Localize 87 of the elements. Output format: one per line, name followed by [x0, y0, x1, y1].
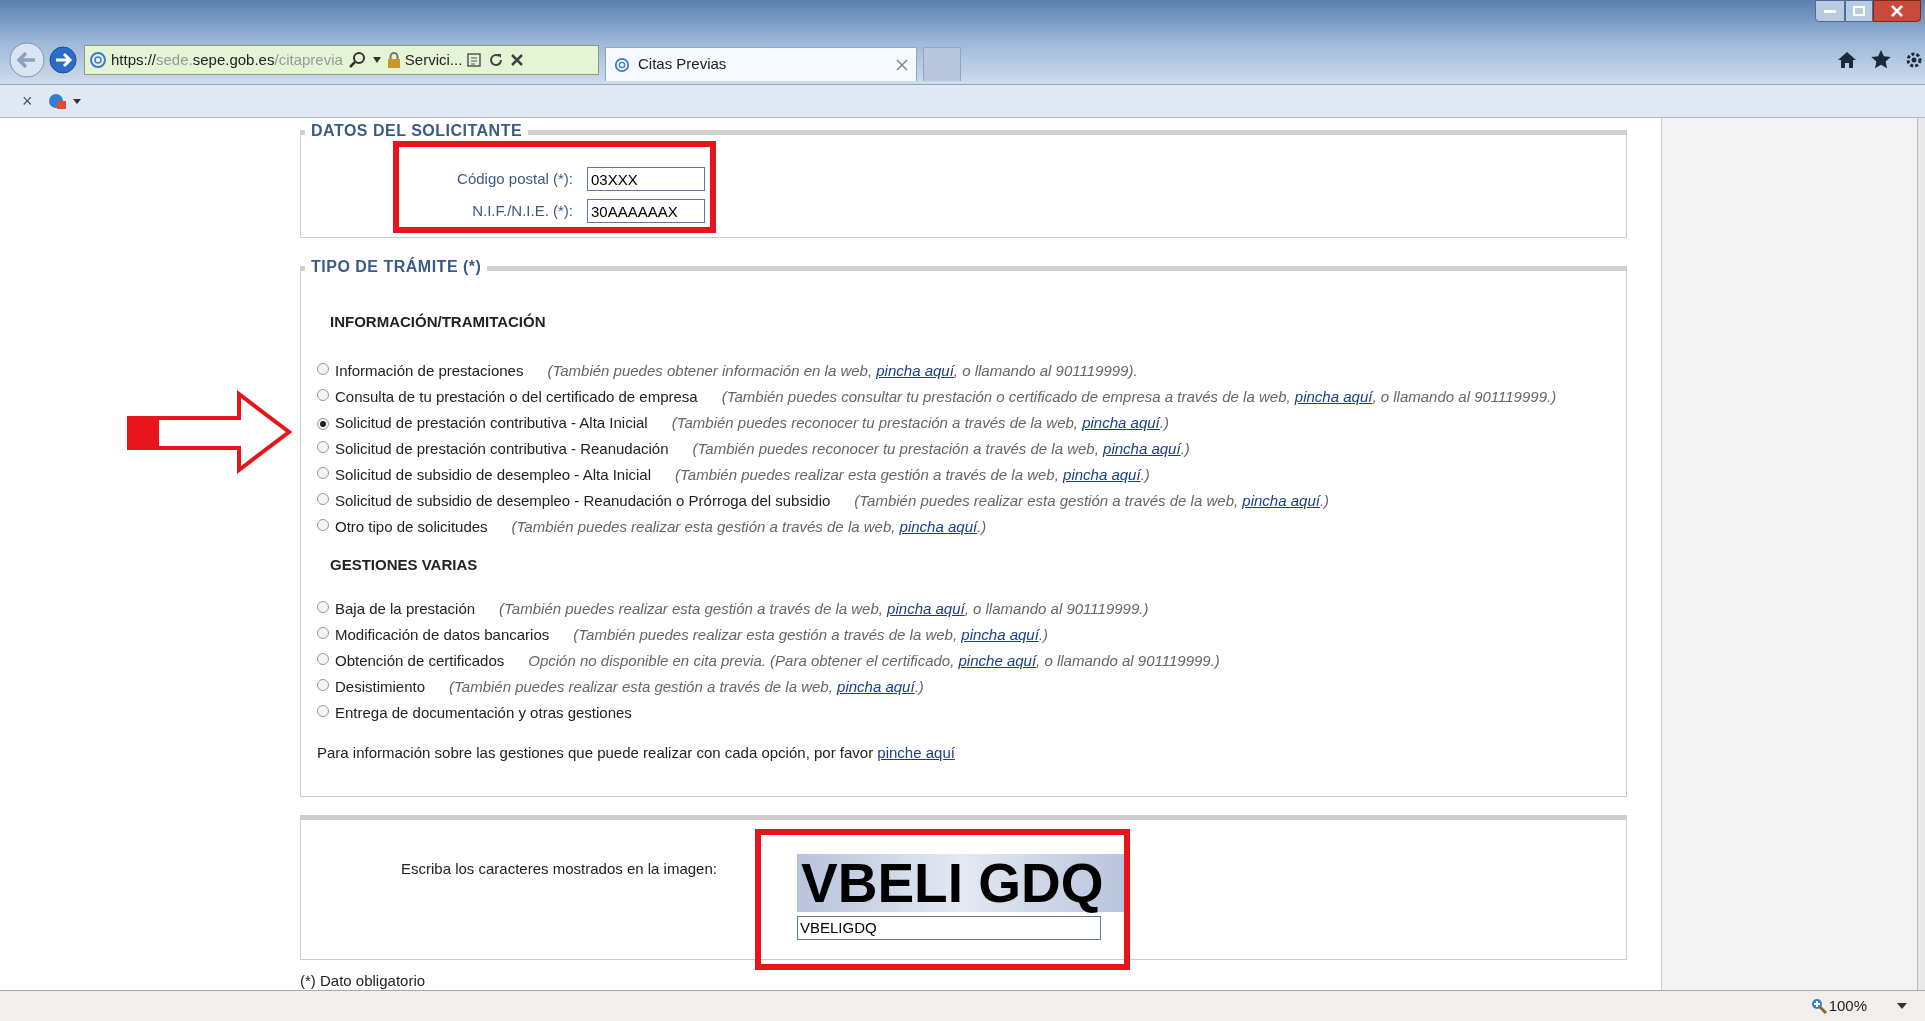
option-label: Solicitud de subsidio de desempleo - Reanudación o Prórroga del subsidio	[335, 491, 831, 509]
option-note: (También puedes reconocer tu prestación a través de la web, pincha aquí.)	[692, 439, 1190, 457]
star-icon[interactable]	[1871, 50, 1891, 69]
radio-button[interactable]	[317, 679, 329, 692]
info-text: Para información sobre las gestiones que puede realizar con cada opción, por favor pinche aquí	[317, 743, 956, 764]
page-icon	[89, 51, 107, 69]
radio-button[interactable]	[317, 518, 329, 531]
caret-icon[interactable]	[1897, 1003, 1907, 1009]
captcha-image: VBELI GDQ	[797, 853, 1127, 912]
link[interactable]: pincha aquí	[887, 600, 965, 618]
settings-icon[interactable]	[1905, 50, 1923, 69]
link[interactable]: pincha aquí	[876, 361, 954, 379]
link[interactable]: pincha aquí	[961, 626, 1039, 644]
option-note: (También puedes realizar esta gestión a través de la web, pincha aquí.)	[854, 491, 1330, 509]
link[interactable]: pincha aquí	[1063, 465, 1141, 483]
option-note: Opción no disponible en cita previa. (Para obtener el certificado, pinche aquí, o llamando al 901119999.)	[528, 652, 1220, 670]
refresh-icon[interactable]	[488, 52, 505, 68]
tab-title: Citas Previas	[638, 54, 728, 75]
toolbar-icon[interactable]	[46, 92, 81, 110]
scrollbar[interactable]	[1917, 118, 1925, 990]
text-field[interactable]: 03XXX	[587, 167, 705, 191]
maximize-button[interactable]	[1845, 0, 1873, 22]
radio-button[interactable]	[317, 388, 329, 401]
option-label: Desistimiento	[335, 678, 426, 696]
link[interactable]: pincha aquí	[1103, 439, 1181, 457]
zoom-level[interactable]: 100%	[1828, 994, 1867, 1018]
radio-button[interactable]	[317, 705, 329, 718]
option-note: (También puedes realizar esta gestión a través de la web, pincha aquí.)	[449, 678, 924, 696]
option-label: Modificación de datos bancarios	[335, 626, 550, 644]
radio-button[interactable]	[317, 601, 329, 614]
forward-button[interactable]	[48, 45, 78, 75]
option-label: Otro tipo de solicitudes	[335, 517, 488, 535]
home-icon[interactable]	[1837, 50, 1857, 69]
option-label: Obtención de certificados	[335, 652, 505, 670]
link[interactable]: pincha aquí	[899, 517, 978, 535]
option-label: Solicitud de subsidio de desempleo - Alta Inicial	[335, 465, 652, 483]
captcha-label: Escriba los caracteres mostrados en la imagen:	[401, 858, 717, 879]
link[interactable]: pincha aquí	[1294, 387, 1373, 405]
url-text: https://sede.sepe.gob.es/citaprevia	[111, 49, 343, 70]
close-icon	[1891, 5, 1903, 17]
radio-button[interactable]	[317, 627, 329, 640]
option-label: Consulta de tu prestación o del certificado de empresa	[335, 387, 698, 405]
option-note: (También puedes realizar esta gestión a través de la web, pincha aquí, o llamando al 901119999.)	[499, 600, 1149, 618]
radio-button[interactable]	[317, 417, 329, 430]
field-label: Código postal (*):	[456, 168, 573, 189]
browser-tab[interactable]: Citas Previas	[605, 47, 917, 81]
compatibility-icon[interactable]	[466, 52, 483, 68]
group-heading: INFORMACIÓN/TRAMITACIÓN	[329, 312, 547, 333]
field-label: N.I.F./N.I.E. (*):	[471, 200, 573, 221]
close-icon[interactable]	[896, 58, 908, 71]
stop-icon[interactable]	[510, 53, 525, 67]
radio-button[interactable]	[317, 362, 329, 375]
option-note: (También puedes realizar esta gestión a través de la web, pincha aquí.)	[675, 465, 1150, 483]
option-label: Solicitud de prestación contributiva - Alta Inicial	[335, 413, 648, 431]
option-note: (También puedes realizar esta gestión a través de la web, pincha aquí.)	[573, 626, 1049, 644]
link[interactable]: pinche aquí	[877, 744, 955, 762]
link[interactable]: pincha aquí	[837, 678, 915, 696]
option-note: (También puedes realizar esta gestión a través de la web, pincha aquí.)	[511, 517, 987, 535]
link[interactable]: pinche aquí	[958, 652, 1037, 670]
minimize-button[interactable]	[1815, 0, 1845, 22]
option-label: Baja de la prestación	[335, 600, 476, 618]
close-bar-button[interactable]: ×	[22, 92, 33, 110]
option-note: (También puedes obtener información en la web, pincha aquí, o llamando al 901119999).	[547, 361, 1138, 379]
radio-button[interactable]	[317, 440, 329, 453]
group-heading: GESTIONES VARIAS	[329, 554, 479, 575]
option-note: (También puedes consultar tu prestación o certificado de empresa a través de la web, pincha aquí, o llamando al 901119999.)	[721, 387, 1557, 405]
section-legend: TIPO DE TRÁMITE (*)	[305, 257, 488, 278]
footnote: (*) Dato obligatorio	[300, 972, 427, 990]
caret-icon[interactable]	[372, 57, 381, 63]
radio-button[interactable]	[317, 492, 329, 505]
address-bar[interactable]: https://sede.sepe.gob.es/citaprevia Servici...	[84, 45, 599, 75]
radio-button[interactable]	[317, 653, 329, 666]
option-label: Información de prestaciones	[335, 361, 524, 379]
zoom-icon[interactable]	[1810, 998, 1827, 1014]
lock-icon[interactable]	[386, 52, 401, 68]
captcha-field[interactable]: VBELIGDQ	[797, 915, 1101, 940]
radio-button[interactable]	[317, 466, 329, 479]
option-label: Solicitud de prestación contributiva - Reanudación	[335, 439, 669, 457]
close-button[interactable]	[1873, 0, 1921, 22]
page-icon	[614, 56, 630, 73]
link[interactable]: pincha aquí	[1082, 413, 1160, 431]
search-icon[interactable]	[348, 51, 367, 69]
option-label: Entrega de documentación y otras gestiones	[335, 704, 632, 722]
site-name: Servici...	[404, 49, 463, 70]
text-field[interactable]: 30AAAAAAX	[587, 199, 705, 223]
link[interactable]: pincha aquí	[1242, 491, 1320, 509]
option-note: (También puedes reconocer tu prestación a través de la web, pincha aquí.)	[671, 413, 1169, 431]
